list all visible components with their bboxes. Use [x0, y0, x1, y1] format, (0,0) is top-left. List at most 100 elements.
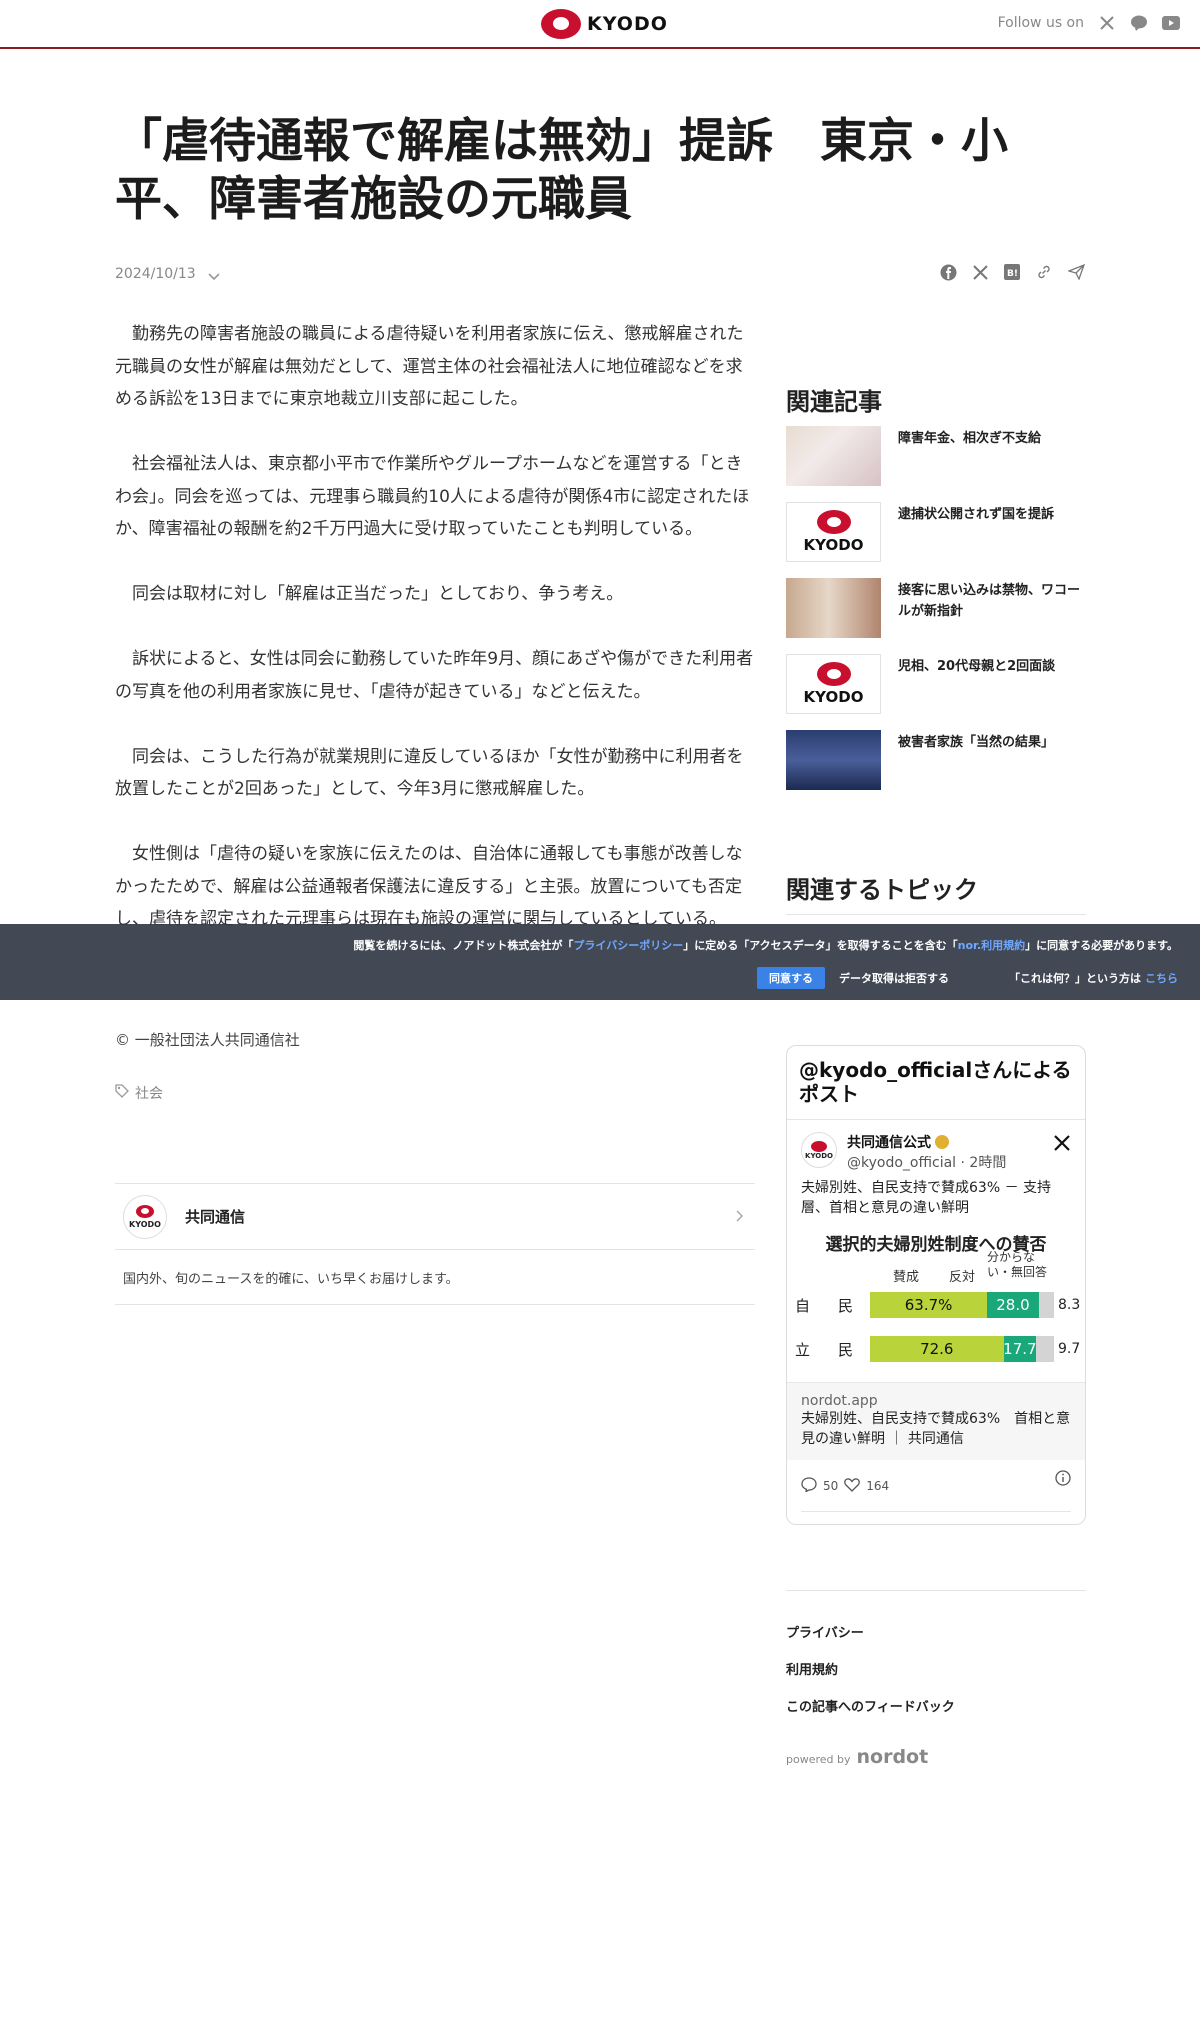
facebook-icon[interactable]: [939, 263, 957, 281]
info-icon[interactable]: [1055, 1470, 1071, 1490]
value-unknown: 8.3: [1057, 1297, 1081, 1313]
send-icon[interactable]: [1067, 263, 1085, 281]
kyodo-logo[interactable]: KYODO: [541, 9, 668, 39]
tweet[interactable]: KYODO 共同通信公式 @kyodo_official · 2時間 夫婦別姓、…: [787, 1120, 1085, 1512]
what-is-this-text: 「これは何？」という方は: [1009, 972, 1141, 985]
link-icon[interactable]: [1035, 263, 1053, 281]
terms-link[interactable]: 利用規約: [786, 1659, 955, 1696]
bar-unknown: [1038, 1292, 1054, 1318]
terms-link[interactable]: nor.利用規約: [958, 939, 1025, 952]
privacy-link[interactable]: プライバシー: [786, 1622, 955, 1659]
related-list: 障害年金、相次ぎ不支給 KYODO 逮捕状公開されず国を提訴 接客に思い込みは禁…: [786, 426, 1086, 806]
article-paragraph: 同会は取材に対し「解雇は正当だった」としており、争う考え。: [132, 584, 624, 604]
bar-no: 28.0: [987, 1292, 1039, 1318]
bar-yes: 72.6: [870, 1336, 1004, 1362]
x-icon[interactable]: [1098, 14, 1116, 32]
like-count: 164: [866, 1478, 890, 1493]
related-item[interactable]: 接客に思い込みは禁物、ワコールが新指針: [786, 578, 1086, 638]
link-card[interactable]: nordot.app 夫婦別姓、自民支持で賛成63% 首相と意見の違い鮮明 ｜ …: [787, 1382, 1085, 1460]
bar-yes: 63.7%: [870, 1292, 988, 1318]
article-paragraph: 社会福祉法人は、東京都小平市で作業所やグループホームなどを運営する「ときわ会」。…: [115, 454, 750, 539]
chevron-right-icon: [735, 1208, 745, 1227]
feedback-link[interactable]: この記事へのフィードバック: [786, 1696, 955, 1733]
cookie-banner: 閲覧を続けるには、ノアドット株式会社が「プライバシーポリシー」に定める「アクセス…: [0, 924, 1200, 1000]
article-paragraph: 同会は、こうした行為が就業規則に違反しているほか「女性が勤務中に利用者を放置した…: [115, 746, 744, 800]
thumbnail-logo-text: KYODO: [803, 688, 864, 706]
poll-row: 立民 72.6 17.7 9.7: [795, 1336, 1081, 1362]
powered-by[interactable]: powered by nordot: [786, 1746, 928, 1768]
tag-icon: [115, 1084, 129, 1102]
related-title: 児相、20代母親と2回面談: [898, 659, 1056, 674]
related-item[interactable]: 障害年金、相次ぎ不支給: [786, 426, 1086, 486]
what-is-this-link[interactable]: こちら: [1145, 970, 1178, 986]
hatena-icon[interactable]: B!: [1003, 263, 1021, 281]
related-item[interactable]: KYODO 児相、20代母親と2回面談: [786, 654, 1086, 714]
share-bar: B!: [939, 263, 1085, 281]
label-yes: 賛成: [893, 1270, 920, 1285]
chevron-down-icon[interactable]: [207, 267, 221, 286]
x-logo-icon[interactable]: [1053, 1134, 1071, 1156]
article-tag[interactable]: 社会: [115, 1083, 163, 1103]
tweet-actions: 50 164: [801, 1460, 1071, 1512]
publisher-card: KYODO 共同通信 国内外、旬のニュースを的確に、いち早くお届けします。: [115, 1183, 755, 1305]
article-meta: 2024/10/13 B!: [115, 263, 1085, 287]
youtube-icon[interactable]: [1162, 14, 1180, 32]
article-title: 「虐待通報で解雇は無効」提訴 東京・小平、障害者施設の元職員: [115, 114, 1008, 227]
divider: [786, 1590, 1086, 1591]
avatar[interactable]: KYODO: [801, 1132, 837, 1168]
publisher-logo: KYODO: [123, 1194, 167, 1239]
site-header: KYODO Follow us on: [0, 0, 1200, 49]
avatar-text: KYODO: [805, 1151, 833, 1160]
related-thumbnail: KYODO: [786, 502, 881, 562]
label-unknown: 分からない・無回答: [987, 1250, 1048, 1279]
label-no: 反対: [949, 1270, 976, 1285]
related-item[interactable]: 被害者家族「当然の結果」: [786, 730, 1086, 790]
poll-image[interactable]: 選択的夫婦別姓制度への賛否 賛成 反対 分からない・無回答 自民 63.7% 2…: [787, 1226, 1085, 1382]
publisher-name: 共同通信: [185, 1208, 246, 1226]
bar-unknown: [1036, 1336, 1054, 1362]
related-item[interactable]: KYODO 逮捕状公開されず国を提訴: [786, 502, 1086, 562]
account-name[interactable]: 共同通信公式: [847, 1132, 1006, 1152]
x-icon[interactable]: [971, 263, 989, 281]
related-thumbnail: [786, 578, 881, 638]
heart-icon[interactable]: [844, 1477, 861, 1495]
reply-count: 50: [823, 1478, 839, 1493]
refuse-button[interactable]: データ取得は拒否する: [839, 970, 949, 986]
follow-us: Follow us on: [998, 14, 1180, 32]
related-title: 接客に思い込みは禁物、ワコールが新指針: [898, 583, 1081, 619]
privacy-policy-link[interactable]: プライバシーポリシー: [573, 939, 683, 952]
bar-no: 17.7: [1003, 1336, 1037, 1362]
poll-row: 自民 63.7% 28.0 8.3: [795, 1292, 1081, 1318]
embedded-post: @kyodo_officialさんによるポスト KYODO 共同通信公式 @ky…: [786, 1045, 1086, 1525]
article-date: 2024/10/13: [115, 266, 196, 282]
party-label: 立民: [795, 1339, 870, 1360]
verified-badge-icon: [935, 1135, 949, 1149]
article-body: 勤務先の障害者施設の職員による虐待疑いを利用者家族に伝え、懲戒解雇された元職員の…: [115, 318, 755, 968]
cookie-text-part: 」に定める「アクセスデータ」を取得することを含む「: [683, 939, 958, 952]
line-icon[interactable]: [1130, 14, 1148, 32]
publisher-logo-text: KYODO: [129, 1219, 161, 1229]
kyodo-logo-mark: [541, 9, 581, 39]
footer-links: プライバシー 利用規約 この記事へのフィードバック: [786, 1622, 955, 1733]
related-thumbnail: KYODO: [786, 654, 881, 714]
account-name-text: 共同通信公式: [847, 1135, 931, 1151]
related-title: 被害者家族「当然の結果」: [898, 735, 1055, 750]
cookie-text-part: 閲覧を続けるには、ノアドット株式会社が「: [353, 939, 574, 952]
party-char: 立: [795, 1340, 811, 1359]
embed-heading: @kyodo_officialさんによるポスト: [787, 1046, 1085, 1120]
publisher-link[interactable]: KYODO 共同通信: [115, 1184, 755, 1250]
nordot-logo: nordot: [856, 1746, 929, 1768]
agree-button[interactable]: 同意する: [757, 967, 825, 989]
publisher-description: 国内外、旬のニュースを的確に、いち早くお届けします。: [123, 1271, 459, 1287]
divider: [786, 914, 1086, 915]
copyright: © 一般社団法人共同通信社: [115, 1031, 300, 1049]
card-title: 夫婦別姓、自民支持で賛成63% 首相と意見の違い鮮明 ｜ 共同通信: [801, 1411, 1071, 1447]
related-thumbnail: [786, 426, 881, 486]
powered-by-label: powered by: [786, 1753, 851, 1766]
cookie-text-part: 」に同意する必要があります。: [1025, 939, 1178, 952]
reply-icon[interactable]: [801, 1476, 817, 1495]
party-label: 自民: [795, 1295, 870, 1316]
svg-text:B!: B!: [1007, 269, 1018, 279]
related-thumbnail: [786, 730, 881, 790]
account-handle: @kyodo_official · 2時間: [847, 1155, 1007, 1171]
